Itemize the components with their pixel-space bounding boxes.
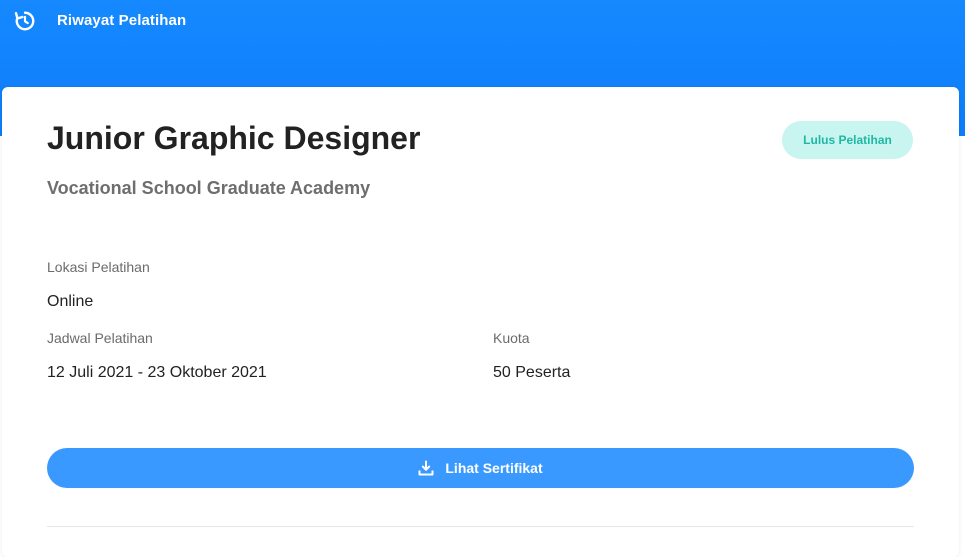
top-bar: Riwayat Pelatihan [0,0,965,42]
page-title: Riwayat Pelatihan [57,12,187,29]
divider [47,526,914,527]
course-subtitle: Vocational School Graduate Academy [47,178,371,198]
history-icon[interactable] [14,10,36,32]
schedule-label: Jadwal Pelatihan [47,330,153,346]
quota-value: 50 Peserta [493,364,571,381]
training-card: Junior Graphic Designer Lulus Pelatihan … [2,87,959,557]
view-certificate-label: Lihat Sertifikat [445,460,543,476]
status-badge: Lulus Pelatihan [782,121,913,159]
quota-label: Kuota [493,330,530,346]
location-label: Lokasi Pelatihan [47,259,150,275]
view-certificate-button[interactable]: Lihat Sertifikat [47,448,914,488]
location-value: Online [47,293,94,310]
schedule-value: 12 Juli 2021 - 23 Oktober 2021 [47,364,267,381]
course-title: Junior Graphic Designer [47,120,421,156]
download-icon [418,460,434,476]
